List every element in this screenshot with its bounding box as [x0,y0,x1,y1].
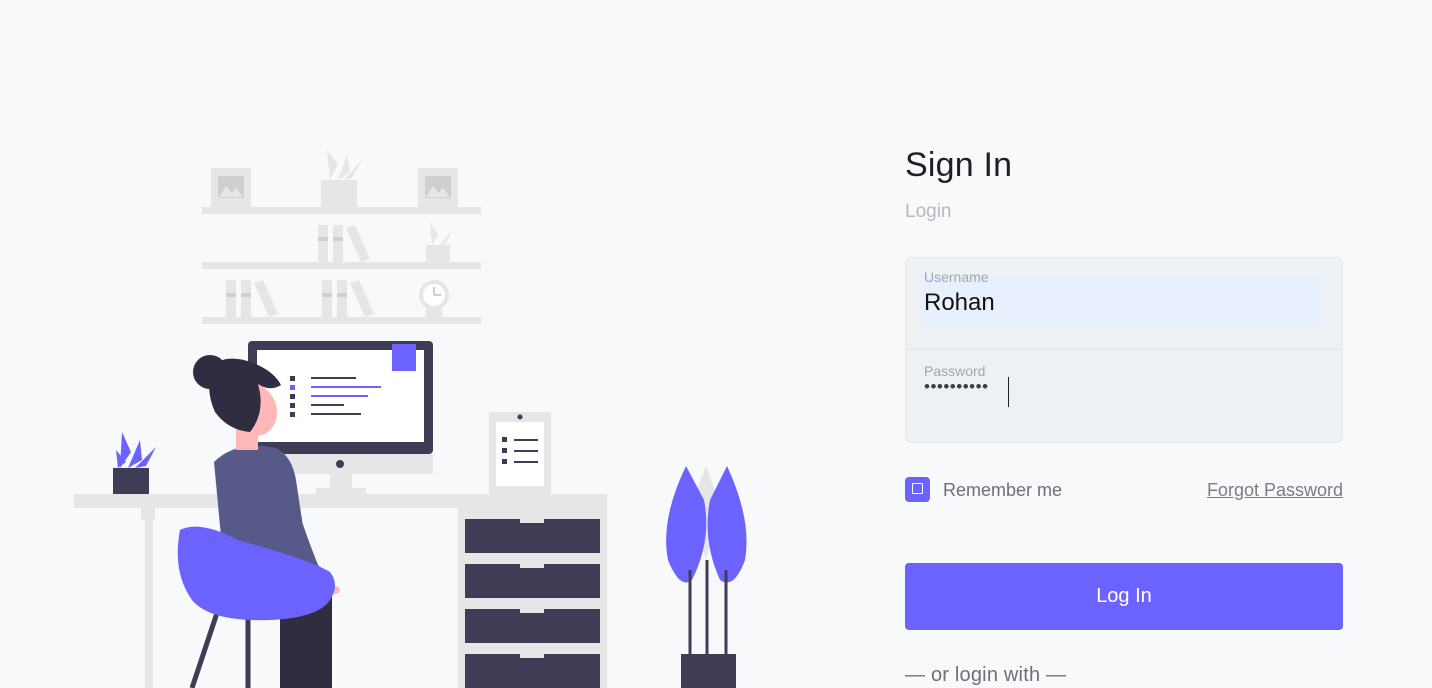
picture-frame-icon [211,168,251,207]
form-options: Remember me Forgot Password [905,477,1343,503]
alt-login-divider: — or login with — [905,664,1067,686]
password-input[interactable]: •••••••••• [924,377,989,397]
floor-plant-icon [666,465,747,688]
clipboard-icon [489,412,551,494]
books-icon [226,280,278,317]
password-field[interactable]: Password •••••••••• [906,350,1342,444]
credentials-panel: Username Rohan Password •••••••••• [905,257,1343,443]
username-field[interactable]: Username Rohan [906,258,1342,350]
potted-plant-icon [426,222,452,262]
books-icon [322,280,374,317]
log-in-button[interactable]: Log In [905,563,1343,630]
remember-me-label[interactable]: Remember me [943,480,1062,501]
woman-at-computer-desk-illustration [74,150,747,688]
desk-plant-icon [113,432,156,494]
forgot-password-link[interactable]: Forgot Password [1207,480,1343,501]
text-cursor [1008,377,1009,407]
remember-me-checkbox[interactable] [905,477,930,502]
books-icon [318,225,370,262]
page-title: Sign In [905,146,1013,184]
desk-illustration [0,0,860,688]
page-subtitle: Login [905,201,952,222]
potted-plant-icon [321,150,362,207]
username-value[interactable]: Rohan [924,289,995,317]
picture-frame-icon [418,168,458,207]
clock-icon [419,280,449,317]
username-label: Username [924,269,989,285]
desk [74,494,607,688]
